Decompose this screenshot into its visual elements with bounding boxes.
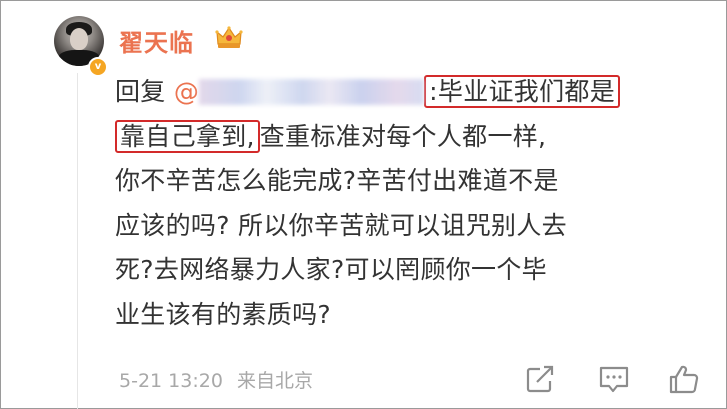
content-text: 查重标准对每个人都一样, — [259, 121, 547, 151]
post-card: v 翟天临 回复 @ :毕业证我们都是 靠自己拿到, 查重标准对每个人都一样, 你不… — [0, 0, 727, 409]
like-icon[interactable] — [667, 363, 701, 395]
crown-vip-icon — [215, 26, 243, 48]
highlight-box: :毕业证我们都是 — [424, 75, 620, 108]
share-icon[interactable] — [524, 363, 558, 395]
blurred-username — [199, 79, 425, 105]
content-line: 业生该有的素质吗? — [115, 299, 331, 329]
avatar-face — [70, 28, 88, 50]
reply-content: 回复 @ :毕业证我们都是 靠自己拿到, 查重标准对每个人都一样, 你不辛苦怎么能完… — [115, 70, 700, 337]
source: 来自北京 — [236, 370, 313, 392]
content-line: 靠自己拿到, 查重标准对每个人都一样, — [115, 115, 700, 160]
comment-icon[interactable] — [597, 363, 631, 395]
highlight-box: 靠自己拿到, — [115, 119, 260, 153]
mention-link[interactable]: @ — [174, 77, 199, 106]
username[interactable]: 翟天临 — [119, 23, 194, 58]
timestamp: 5-21 13:20 — [119, 370, 223, 392]
content-line: 你不辛苦怎么能完成?辛苦付出难道不是 — [115, 166, 559, 195]
thread-line — [77, 73, 78, 409]
content-line: 回复 @ :毕业证我们都是 — [115, 70, 700, 115]
content-line: 应该的吗? 所以你辛苦就可以诅咒别人去 — [115, 210, 567, 240]
verified-badge-icon: v — [88, 57, 108, 77]
post-meta: 5-21 13:20 来自北京 — [119, 366, 313, 393]
content-line: 死?去网络暴力人家?可以罔顾你一个毕 — [115, 255, 547, 284]
reply-prefix: 回复 — [115, 77, 166, 106]
